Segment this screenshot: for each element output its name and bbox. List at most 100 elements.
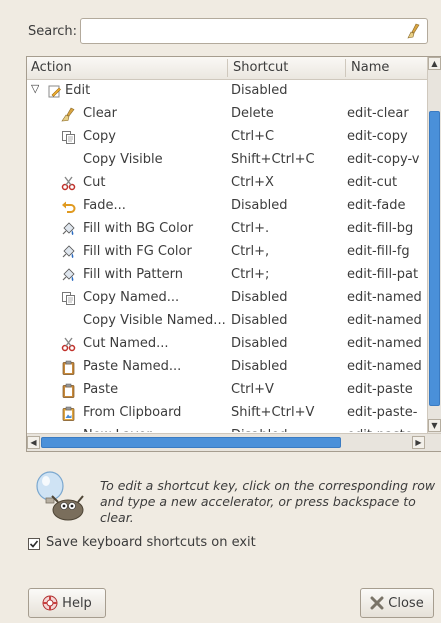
tree-row-action: Copy Visible bbox=[83, 152, 163, 167]
tree-row[interactable]: Copy Named... Disabled edit-named bbox=[27, 287, 427, 310]
bucket-icon bbox=[61, 268, 76, 283]
tree-row-name: edit-copy bbox=[347, 129, 408, 144]
undo-icon bbox=[61, 199, 76, 214]
tree-row[interactable]: Fill with Pattern Ctrl+; edit-fill-pat bbox=[27, 264, 427, 287]
column-header-name[interactable]: Name bbox=[351, 60, 389, 75]
tree-row-action: Cut bbox=[83, 175, 106, 190]
brush-icon bbox=[61, 107, 76, 122]
tree-row-action: Copy Visible Named... bbox=[83, 313, 226, 328]
tree-row-name: edit-cut bbox=[347, 175, 398, 190]
tree-row[interactable]: Clear Delete edit-clear bbox=[27, 103, 427, 126]
tree-row[interactable]: New LayerDisablededit-paste- bbox=[27, 425, 427, 432]
clear-search-icon[interactable] bbox=[407, 23, 421, 39]
tree-row[interactable]: Paste Ctrl+V edit-paste bbox=[27, 379, 427, 402]
tree-row-action: Cut Named... bbox=[83, 336, 169, 351]
close-icon bbox=[370, 596, 384, 610]
column-header-action[interactable]: Action bbox=[31, 60, 72, 75]
tree-row[interactable]: Cut Named... Disabled edit-named bbox=[27, 333, 427, 356]
tree-row-action: Copy Named... bbox=[83, 290, 180, 305]
clipboard-icon bbox=[61, 360, 76, 375]
tree-row-action: Fill with BG Color bbox=[83, 221, 194, 236]
scroll-left-icon[interactable]: ◀ bbox=[27, 436, 40, 449]
copy-icon bbox=[61, 130, 76, 145]
tree-row-shortcut: Shift+Ctrl+V bbox=[231, 405, 315, 420]
tree-row-shortcut: Disabled bbox=[231, 83, 288, 98]
shortcuts-tree[interactable]: Action Shortcut Name ▽ Edit Disabled Clear D… bbox=[26, 56, 441, 452]
tree-row-action: Edit bbox=[65, 83, 91, 98]
tree-row-action: Fill with FG Color bbox=[83, 244, 192, 259]
tree-row-shortcut: Disabled bbox=[231, 336, 288, 351]
vertical-scroll-thumb[interactable] bbox=[429, 111, 440, 406]
tree-row[interactable]: Paste Named... Disabled edit-named bbox=[27, 356, 427, 379]
tree-row-name: edit-fill-bg bbox=[347, 221, 414, 236]
tree-row[interactable]: ▽ Edit Disabled bbox=[27, 80, 427, 103]
tree-row[interactable]: From Clipboard Shift+Ctrl+V edit-paste- bbox=[27, 402, 427, 425]
tree-row-shortcut: Shift+Ctrl+C bbox=[231, 152, 315, 167]
tree-row-shortcut: Ctrl+C bbox=[231, 129, 275, 144]
tree-row[interactable]: Copy Visible Shift+Ctrl+C edit-copy-v bbox=[27, 149, 427, 172]
horizontal-scrollbar[interactable]: ◀ ▶ bbox=[27, 433, 441, 451]
search-label: Search: bbox=[28, 24, 78, 39]
scroll-up-icon[interactable]: ▲ bbox=[428, 57, 441, 70]
tree-row-name: edit-named bbox=[347, 359, 422, 374]
tree-row-action: New Layer bbox=[83, 428, 229, 432]
tree-row-shortcut: Ctrl+; bbox=[231, 267, 270, 282]
tree-row-name: edit-fill-pat bbox=[347, 267, 419, 282]
close-button-label: Close bbox=[388, 595, 424, 611]
info-line-2: and type a new accelerator, or press bac… bbox=[100, 494, 416, 525]
column-header-shortcut[interactable]: Shortcut bbox=[233, 60, 288, 75]
copy-icon bbox=[61, 291, 76, 306]
tree-row-action: Paste bbox=[83, 382, 119, 397]
horizontal-scroll-thumb[interactable] bbox=[41, 437, 341, 448]
scroll-right-icon[interactable]: ▶ bbox=[412, 436, 425, 449]
search-input[interactable] bbox=[80, 18, 428, 44]
tree-row[interactable]: Fill with FG Color Ctrl+, edit-fill-fg bbox=[27, 241, 427, 264]
tree-row-name: edit-copy-v bbox=[347, 152, 420, 167]
tree-row-action: Fade... bbox=[83, 198, 126, 213]
help-button[interactable]: Help bbox=[28, 588, 106, 618]
tree-row-action: Fill with Pattern bbox=[83, 267, 183, 282]
bucket-icon bbox=[61, 245, 76, 260]
bucket-icon bbox=[61, 222, 76, 237]
tree-row-shortcut: Ctrl+. bbox=[231, 221, 270, 236]
tree-row-shortcut: Disabled bbox=[231, 359, 288, 374]
expander-icon[interactable]: ▽ bbox=[31, 82, 39, 95]
close-button[interactable]: Close bbox=[360, 588, 434, 618]
image-clipboard-icon bbox=[61, 406, 76, 421]
vertical-scrollbar[interactable]: ▲ ▼ bbox=[427, 57, 441, 433]
tree-row-action: Clear bbox=[83, 106, 117, 121]
tree-row-name: edit-named bbox=[347, 313, 422, 328]
tree-row-shortcut: Ctrl+X bbox=[231, 175, 274, 190]
info-line-1: To edit a shortcut key, click on the cor… bbox=[100, 478, 436, 493]
tree-row-name: edit-fill-fg bbox=[347, 244, 410, 259]
tree-row-action: From Clipboard bbox=[83, 405, 182, 420]
tree-row-name: edit-fade bbox=[347, 198, 406, 213]
tree-rows: ▽ Edit Disabled Clear Delete edit-clear Copy Ct… bbox=[27, 80, 427, 432]
save-shortcuts-label[interactable]: Save keyboard shortcuts on exit bbox=[46, 535, 256, 550]
search-field[interactable] bbox=[85, 20, 409, 44]
tree-header: Action Shortcut Name bbox=[27, 57, 427, 80]
tree-row-name: edit-paste- bbox=[347, 428, 427, 432]
info-text: To edit a shortcut key, click on the cor… bbox=[100, 478, 440, 526]
tree-row-shortcut: Disabled bbox=[231, 313, 288, 328]
tree-row-name: edit-clear bbox=[347, 106, 409, 121]
tree-row-shortcut: Delete bbox=[231, 106, 274, 121]
tree-row[interactable]: Copy Visible Named... Disabled edit-named bbox=[27, 310, 427, 333]
edit-icon bbox=[47, 84, 62, 99]
scissors-icon bbox=[61, 337, 76, 352]
gimp-wilber-icon bbox=[36, 471, 84, 521]
help-button-label: Help bbox=[62, 595, 92, 611]
tree-row-name: edit-paste- bbox=[347, 405, 418, 420]
scroll-down-icon[interactable]: ▼ bbox=[428, 419, 441, 432]
tree-row[interactable]: Fade... Disabled edit-fade bbox=[27, 195, 427, 218]
tree-row[interactable]: Copy Ctrl+C edit-copy bbox=[27, 126, 427, 149]
tree-row-shortcut: Ctrl+, bbox=[231, 244, 270, 259]
save-shortcuts-checkbox[interactable] bbox=[28, 538, 40, 550]
tree-row-shortcut: Disabled bbox=[231, 428, 347, 432]
tree-row-action: Paste Named... bbox=[83, 359, 182, 374]
tree-row[interactable]: Fill with BG Color Ctrl+. edit-fill-bg bbox=[27, 218, 427, 241]
help-icon bbox=[42, 595, 58, 611]
tree-row-shortcut: Disabled bbox=[231, 198, 288, 213]
tree-row[interactable]: Cut Ctrl+X edit-cut bbox=[27, 172, 427, 195]
tree-row-name: edit-paste bbox=[347, 382, 413, 397]
